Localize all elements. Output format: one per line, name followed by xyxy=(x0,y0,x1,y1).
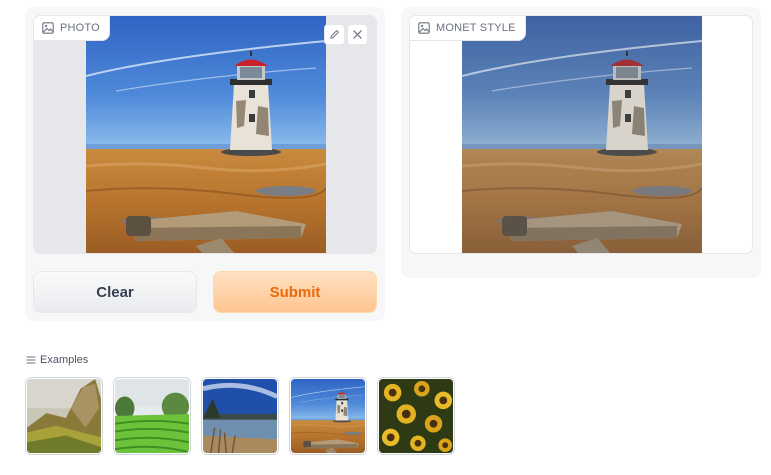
examples-label: Examples xyxy=(40,354,89,366)
examples-header: Examples xyxy=(26,354,88,366)
monet-output-image-box: MONET STYLE xyxy=(409,15,753,254)
example-sunflowers[interactable] xyxy=(377,377,455,455)
photo-label: PHOTO xyxy=(60,22,100,34)
photo-input-dropzone[interactable]: PHOTO xyxy=(33,15,377,254)
output-panel: MONET STYLE xyxy=(401,7,761,278)
submit-button[interactable]: Submit xyxy=(213,271,377,313)
monet-style-label: MONET STYLE xyxy=(436,22,516,34)
list-icon xyxy=(26,355,36,365)
photo-label-badge: PHOTO xyxy=(34,16,110,41)
example-rocky-hillside[interactable] xyxy=(25,377,103,455)
clear-button[interactable]: Clear xyxy=(33,271,197,313)
close-icon xyxy=(352,29,363,40)
monet-style-label-badge: MONET STYLE xyxy=(410,16,526,41)
clear-image-button[interactable] xyxy=(347,24,368,45)
input-photo-image xyxy=(86,16,326,254)
pencil-edit-icon xyxy=(329,29,340,40)
example-lake-reeds[interactable] xyxy=(201,377,279,455)
monet-style-output-image xyxy=(462,16,702,254)
image-icon xyxy=(42,22,54,34)
example-lighthouse-beach[interactable] xyxy=(289,377,367,455)
example-green-tea-field[interactable] xyxy=(113,377,191,455)
input-panel: PHOTO Clear Submit xyxy=(25,7,385,321)
image-icon xyxy=(418,22,430,34)
examples-gallery xyxy=(25,377,455,455)
edit-button[interactable] xyxy=(324,24,345,45)
